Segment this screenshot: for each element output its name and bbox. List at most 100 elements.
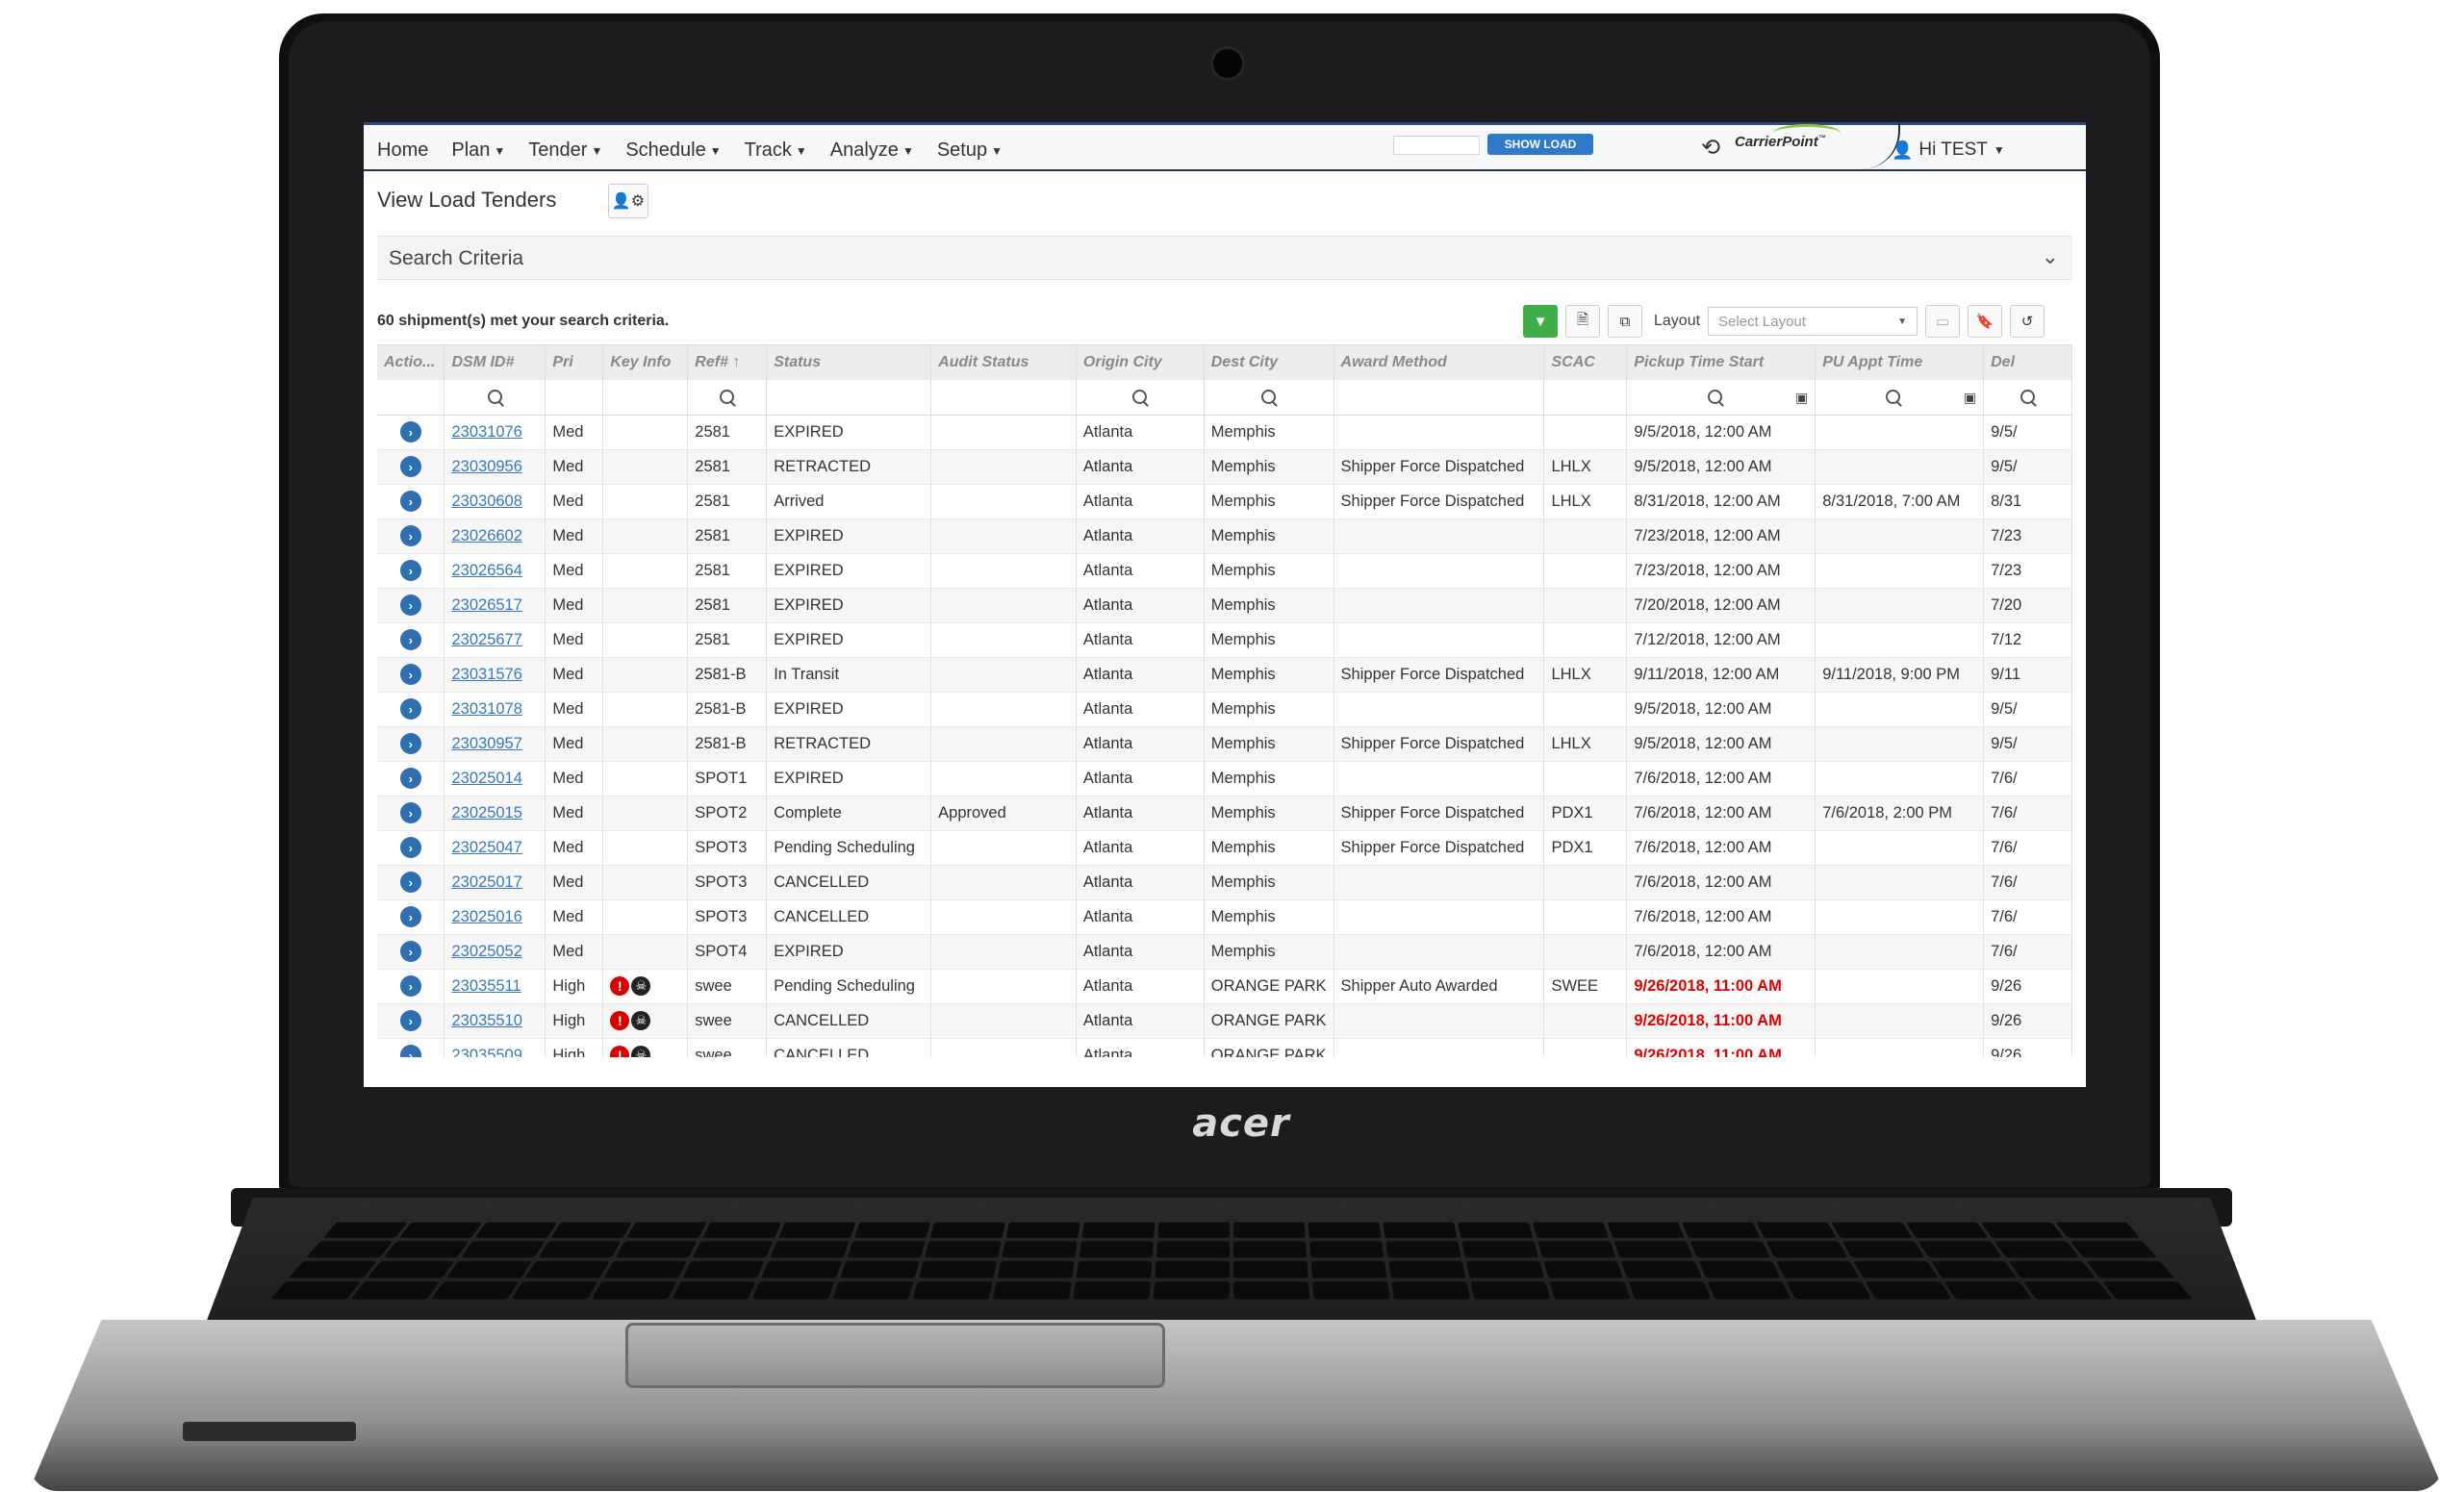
chevron-right-circle-icon[interactable]: › [399, 629, 421, 650]
column-filter[interactable] [930, 380, 1077, 416]
column-header[interactable]: PU Appt Time [1815, 345, 1985, 380]
column-header[interactable]: Pickup Time Start [1626, 345, 1816, 380]
chevron-right-circle-icon[interactable]: › [399, 594, 421, 616]
table-row[interactable]: › 23026602 Med 2581 EXPIRED Atlanta Memphis 7/2… [377, 518, 2072, 554]
dsm-id-link[interactable]: 23025016 [451, 908, 521, 925]
bookmark-button[interactable]: 🔖 [1968, 305, 2003, 338]
dsm-id-link[interactable]: 23026602 [451, 527, 521, 544]
table-row[interactable]: › 23035509 High! ☠ swee CANCELLED Atlanta ORANG… [377, 1038, 2072, 1057]
dsm-id-link[interactable]: 23025677 [451, 631, 521, 648]
column-filter[interactable] [1204, 380, 1334, 416]
user-settings-button[interactable]: 👤⚙ [608, 184, 648, 218]
table-row[interactable]: › 23031576 Med 2581-B In Transit Atlanta Memph… [377, 657, 2072, 693]
columns-button[interactable]: ⧉ [1608, 305, 1642, 338]
column-filter[interactable] [545, 380, 604, 416]
column-header[interactable]: Key Info [602, 345, 689, 380]
chevron-down-icon[interactable]: ⌄ [2042, 244, 2059, 269]
table-row[interactable]: › 23025052 Med SPOT4 EXPIRED Atlanta Memphis 7/… [377, 934, 2072, 970]
menu-analyze[interactable]: Analyze ▼ [830, 139, 914, 162]
column-filter[interactable] [444, 380, 546, 416]
chevron-right-circle-icon[interactable]: › [399, 837, 421, 858]
chevron-right-circle-icon[interactable]: › [399, 1010, 421, 1031]
dsm-id-link[interactable]: 23025014 [451, 770, 521, 787]
chevron-right-circle-icon[interactable]: › [399, 802, 421, 823]
dsm-id-link[interactable]: 23030956 [451, 458, 521, 475]
chevron-right-circle-icon[interactable]: › [399, 975, 421, 997]
dsm-id-link[interactable]: 23030608 [451, 493, 521, 510]
dsm-id-link[interactable]: 23035509 [451, 1047, 521, 1058]
column-filter[interactable] [1543, 380, 1628, 416]
calendar-icon[interactable]: ▣ [1964, 390, 1976, 406]
chevron-right-circle-icon[interactable]: › [399, 491, 421, 512]
dsm-id-link[interactable]: 23025052 [451, 943, 521, 960]
column-filter[interactable]: ▣ [1815, 380, 1985, 416]
column-header[interactable]: Actio... [377, 345, 445, 380]
column-header[interactable]: SCAC [1543, 345, 1628, 380]
table-row[interactable]: › 23025047 Med SPOT3 Pending Scheduling Atlan… [377, 830, 2072, 866]
column-filter[interactable] [1983, 380, 2072, 416]
column-header[interactable]: Award Method [1334, 345, 1545, 380]
column-filter[interactable] [766, 380, 932, 416]
column-header[interactable]: Origin City [1076, 345, 1205, 380]
table-row[interactable]: › 23026564 Med 2581 EXPIRED Atlanta Memphis 7/2… [377, 553, 2072, 589]
load-id-input[interactable] [1393, 136, 1480, 155]
table-row[interactable]: › 23031076 Med 2581 EXPIRED Atlanta Memphis 9/5… [377, 415, 2072, 450]
dsm-id-link[interactable]: 23035510 [451, 1012, 521, 1029]
dsm-id-link[interactable]: 23031076 [451, 423, 521, 441]
chevron-right-circle-icon[interactable]: › [399, 1045, 421, 1057]
filter-button[interactable]: ▼ [1523, 305, 1558, 338]
column-filter[interactable] [687, 380, 768, 416]
chevron-right-circle-icon[interactable]: › [399, 560, 421, 581]
table-row[interactable]: › 23025015 Med SPOT2 Complete Approved Atlanta… [377, 796, 2072, 831]
dsm-id-link[interactable]: 23026517 [451, 596, 521, 614]
column-header[interactable]: Pri [545, 345, 604, 380]
user-menu[interactable]: 👤 Hi TEST ▼ [1892, 139, 2005, 161]
chevron-right-circle-icon[interactable]: › [399, 456, 421, 477]
table-row[interactable]: › 23025017 Med SPOT3 CANCELLED Atlanta Memphis… [377, 865, 2072, 900]
export-button[interactable]: 🗎 [1565, 305, 1600, 338]
chevron-right-circle-icon[interactable]: › [399, 698, 421, 720]
table-row[interactable]: › 23035511 High! ☠ swee Pending Scheduling Atl… [377, 969, 2072, 1004]
menu-track[interactable]: Track ▼ [745, 139, 807, 162]
dsm-id-link[interactable]: 23025015 [451, 804, 521, 822]
table-row[interactable]: › 23025677 Med 2581 EXPIRED Atlanta Memphis 7/1… [377, 622, 2072, 658]
column-filter[interactable] [1076, 380, 1205, 416]
table-row[interactable]: › 23025014 Med SPOT1 EXPIRED Atlanta Memphis 7/… [377, 761, 2072, 797]
search-criteria-panel[interactable]: Search Criteria ⌄ [377, 236, 2072, 280]
column-filter[interactable] [602, 380, 689, 416]
layout-select[interactable]: Select Layout ▼ [1708, 307, 1918, 336]
column-header[interactable]: Ref# ↑ [687, 345, 768, 380]
table-row[interactable]: › 23030956 Med 2581 RETRACTED Atlanta Memphis S… [377, 449, 2072, 485]
menu-setup[interactable]: Setup ▼ [937, 139, 1003, 162]
chevron-right-circle-icon[interactable]: › [399, 525, 421, 546]
table-row[interactable]: › 23030608 Med 2581 Arrived Atlanta Memphis Shi… [377, 484, 2072, 519]
save-layout-button[interactable]: ▭ [1925, 305, 1961, 338]
column-filter[interactable]: ▣ [1626, 380, 1816, 416]
table-row[interactable]: › 23025016 Med SPOT3 CANCELLED Atlanta Memphis… [377, 899, 2072, 935]
table-row[interactable]: › 23030957 Med 2581-B RETRACTED Atlanta Memphi… [377, 726, 2072, 762]
history-icon[interactable]: ⟲ [1701, 134, 1720, 162]
menu-tender[interactable]: Tender ▼ [528, 139, 602, 162]
dsm-id-link[interactable]: 23031576 [451, 666, 521, 683]
reset-button[interactable]: ↺ [2010, 305, 2045, 338]
calendar-icon[interactable]: ▣ [1795, 390, 1808, 406]
dsm-id-link[interactable]: 23025047 [451, 839, 521, 856]
dsm-id-link[interactable]: 23026564 [451, 562, 521, 579]
column-header[interactable]: Dest City [1204, 345, 1334, 380]
table-row[interactable]: › 23035510 High! ☠ swee CANCELLED Atlanta ORANG… [377, 1003, 2072, 1039]
chevron-right-circle-icon[interactable]: › [399, 421, 421, 443]
dsm-id-link[interactable]: 23035511 [451, 977, 521, 995]
column-filter[interactable] [1334, 380, 1545, 416]
menu-home[interactable]: Home [377, 139, 428, 162]
dsm-id-link[interactable]: 23030957 [451, 735, 521, 752]
column-header[interactable]: DSM ID# [444, 345, 546, 380]
chevron-right-circle-icon[interactable]: › [399, 733, 421, 754]
dsm-id-link[interactable]: 23025017 [451, 873, 521, 891]
column-header[interactable]: Del [1983, 345, 2072, 380]
table-row[interactable]: › 23031078 Med 2581-B EXPIRED Atlanta Memphis 9… [377, 692, 2072, 727]
menu-schedule[interactable]: Schedule ▼ [625, 139, 721, 162]
column-header[interactable]: Status [766, 345, 932, 380]
chevron-right-circle-icon[interactable]: › [399, 906, 421, 927]
chevron-right-circle-icon[interactable]: › [399, 768, 421, 789]
chevron-right-circle-icon[interactable]: › [399, 872, 421, 893]
